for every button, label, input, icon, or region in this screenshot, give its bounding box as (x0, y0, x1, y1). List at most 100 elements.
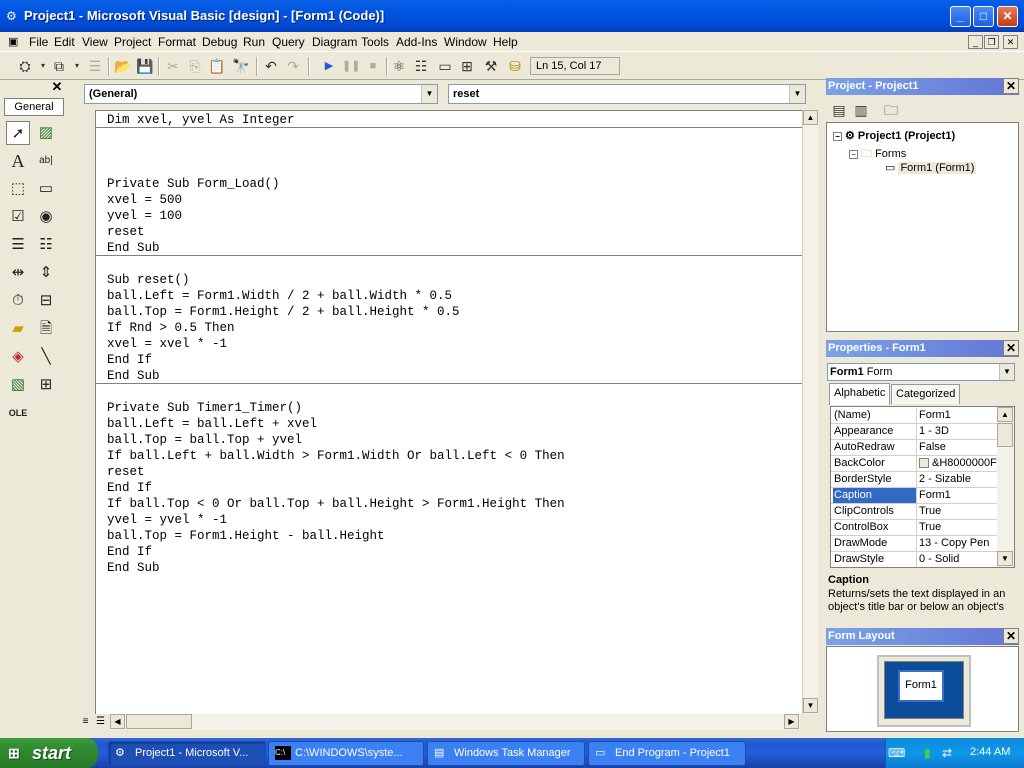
tab-categorized[interactable]: Categorized (891, 384, 961, 404)
pointer-tool-icon[interactable]: ➚ (6, 121, 30, 145)
picturebox-tool-icon[interactable]: ▨ (34, 121, 58, 145)
properties-object-combo[interactable]: Form1 Form ▼ (827, 363, 1015, 381)
menu-help[interactable]: Help (493, 35, 518, 49)
ole-tool-icon[interactable]: OLE (6, 401, 30, 425)
menu-query[interactable]: Query (272, 35, 305, 49)
combobox-tool-icon[interactable]: ☰ (6, 233, 30, 257)
scroll-right-icon[interactable]: ▶ (784, 714, 799, 729)
view-object-icon[interactable]: ▥ (852, 101, 870, 119)
property-row[interactable]: (Name) Form1 (831, 408, 998, 424)
form-layout-icon[interactable]: ▭ (436, 57, 454, 75)
data-tool-icon[interactable]: ⊞ (34, 373, 58, 397)
margin-indicator-bar[interactable] (74, 110, 96, 714)
end-icon[interactable]: ■ (364, 57, 382, 75)
filelistbox-tool-icon[interactable]: 🗎 (34, 317, 58, 341)
property-value[interactable]: &H8000000F (919, 456, 999, 471)
code-line[interactable]: Sub reset() (107, 273, 190, 287)
chevron-down-icon[interactable]: ▼ (789, 85, 805, 103)
optionbutton-tool-icon[interactable]: ◉ (34, 205, 58, 229)
menu-file[interactable]: File (29, 35, 48, 49)
drivelistbox-tool-icon[interactable]: ⊟ (34, 289, 58, 313)
undo-icon[interactable]: ↶ (262, 57, 280, 75)
tree-form1-item[interactable]: ▭ Form1 (Form1) (885, 161, 977, 174)
project-explorer-icon[interactable]: ⚛ (390, 57, 408, 75)
timer-tool-icon[interactable]: ⏱ (6, 289, 30, 313)
property-value[interactable]: Form1 (919, 488, 999, 503)
full-module-view-icon[interactable]: ☰ (93, 714, 108, 729)
save-project-icon[interactable]: 💾 (136, 57, 154, 75)
find-icon[interactable]: 🔭 (232, 57, 250, 75)
property-value[interactable]: 0 - Solid (919, 552, 999, 567)
object-combo[interactable]: (General) ▼ (84, 84, 438, 104)
toolbox-tab-general[interactable]: General (4, 98, 64, 116)
code-line[interactable]: ball.Left = ball.Left + xvel (107, 417, 317, 431)
menu-tools[interactable]: Tools (361, 35, 389, 49)
project-close-button[interactable]: ✕ (1003, 78, 1019, 94)
task-end-program[interactable]: ▭ End Program - Project1 (588, 741, 746, 766)
code-line[interactable]: reset (107, 225, 145, 239)
open-project-icon[interactable]: 📂 (114, 57, 132, 75)
commandbutton-tool-icon[interactable]: ▭ (34, 177, 58, 201)
scroll-thumb[interactable] (126, 714, 192, 729)
code-window-icon[interactable]: ▣ (8, 35, 20, 48)
keyboard-icon[interactable]: ⌨ (888, 746, 905, 760)
mdi-close-button[interactable]: ✕ (1003, 35, 1018, 49)
image-tool-icon[interactable]: ▧ (6, 373, 30, 397)
start-button[interactable]: ⊞ start (0, 738, 98, 768)
code-vertical-scrollbar[interactable]: ▲ ▼ (802, 110, 818, 714)
code-line[interactable]: End Sub (107, 369, 160, 383)
network-icon[interactable]: ⇄ (942, 746, 956, 760)
code-line[interactable]: reset (107, 465, 145, 479)
form-layout-close-button[interactable]: ✕ (1003, 628, 1019, 644)
title-bar[interactable]: ⚙ Project1 - Microsoft Visual Basic [des… (0, 0, 1024, 32)
property-row[interactable]: ControlBox True (831, 520, 998, 536)
code-line[interactable]: End If (107, 545, 152, 559)
task-vb-project[interactable]: ⚙ Project1 - Microsoft V... (108, 741, 266, 766)
textbox-tool-icon[interactable]: ab| (34, 149, 58, 173)
property-row[interactable]: AutoRedraw False (831, 440, 998, 456)
dropdown-arrow-icon[interactable]: ▾ (68, 57, 86, 75)
code-line[interactable]: If ball.Left + ball.Width > Form1.Width … (107, 449, 565, 463)
property-value[interactable]: True (919, 520, 999, 535)
code-line[interactable]: End If (107, 481, 152, 495)
menu-debug[interactable]: Debug (202, 35, 237, 49)
toolbox-icon[interactable]: ⚒ (482, 57, 500, 75)
frame-tool-icon[interactable]: ⬚ (6, 177, 30, 201)
dirlistbox-tool-icon[interactable]: ▰ (6, 317, 30, 341)
code-horizontal-scrollbar[interactable]: ◀ ▶ (110, 714, 800, 730)
maximize-button[interactable]: □ (973, 6, 994, 27)
copy-icon[interactable]: ⎘ (186, 57, 204, 75)
line-tool-icon[interactable]: ╲ (34, 345, 58, 369)
scroll-up-icon[interactable]: ▲ (803, 110, 818, 125)
menu-run[interactable]: Run (243, 35, 265, 49)
code-line[interactable]: End Sub (107, 241, 160, 255)
properties-window-icon[interactable]: ☷ (412, 57, 430, 75)
property-row[interactable]: DrawStyle 0 - Solid (831, 552, 999, 567)
code-line[interactable]: If ball.Top < 0 Or ball.Top + ball.Heigh… (107, 497, 565, 511)
code-line[interactable]: yvel = 100 (107, 209, 182, 223)
property-value[interactable]: 13 - Copy Pen (919, 536, 999, 551)
scroll-up-icon[interactable]: ▲ (997, 407, 1013, 422)
property-row[interactable]: Appearance 1 - 3D (831, 424, 998, 440)
vb-app-icon[interactable]: ⚙ (6, 9, 20, 23)
chevron-down-icon[interactable]: ▼ (421, 85, 437, 103)
property-value[interactable]: False (919, 440, 999, 455)
menu-editor-icon[interactable]: ☰ (86, 57, 104, 75)
code-line[interactable]: ball.Top = Form1.Height - ball.Height (107, 529, 385, 543)
data-view-icon[interactable]: ⛁ (506, 57, 524, 75)
scroll-left-icon[interactable]: ◀ (110, 714, 125, 729)
paste-icon[interactable]: 📋 (208, 57, 226, 75)
code-line[interactable]: Dim xvel, yvel As Integer (107, 113, 295, 127)
property-row[interactable]: BorderStyle 2 - Sizable (831, 472, 998, 488)
tab-alphabetic[interactable]: Alphabetic (829, 383, 891, 405)
project-tree[interactable]: − ⚙ Project1 (Project1) − 🗀 Forms ▭ Form1 … (826, 122, 1019, 332)
view-code-icon[interactable]: ▤ (830, 101, 848, 119)
shape-tool-icon[interactable]: ◈ (6, 345, 30, 369)
mdi-minimize-button[interactable]: _ (968, 35, 983, 49)
collapse-icon[interactable]: − (833, 131, 842, 141)
cut-icon[interactable]: ✂ (164, 57, 182, 75)
scroll-down-icon[interactable]: ▼ (997, 551, 1013, 566)
label-tool-icon[interactable]: A (6, 149, 30, 173)
add-project-icon[interactable]: ⛭ (16, 57, 34, 75)
form-preview[interactable]: Form1 (898, 670, 944, 702)
